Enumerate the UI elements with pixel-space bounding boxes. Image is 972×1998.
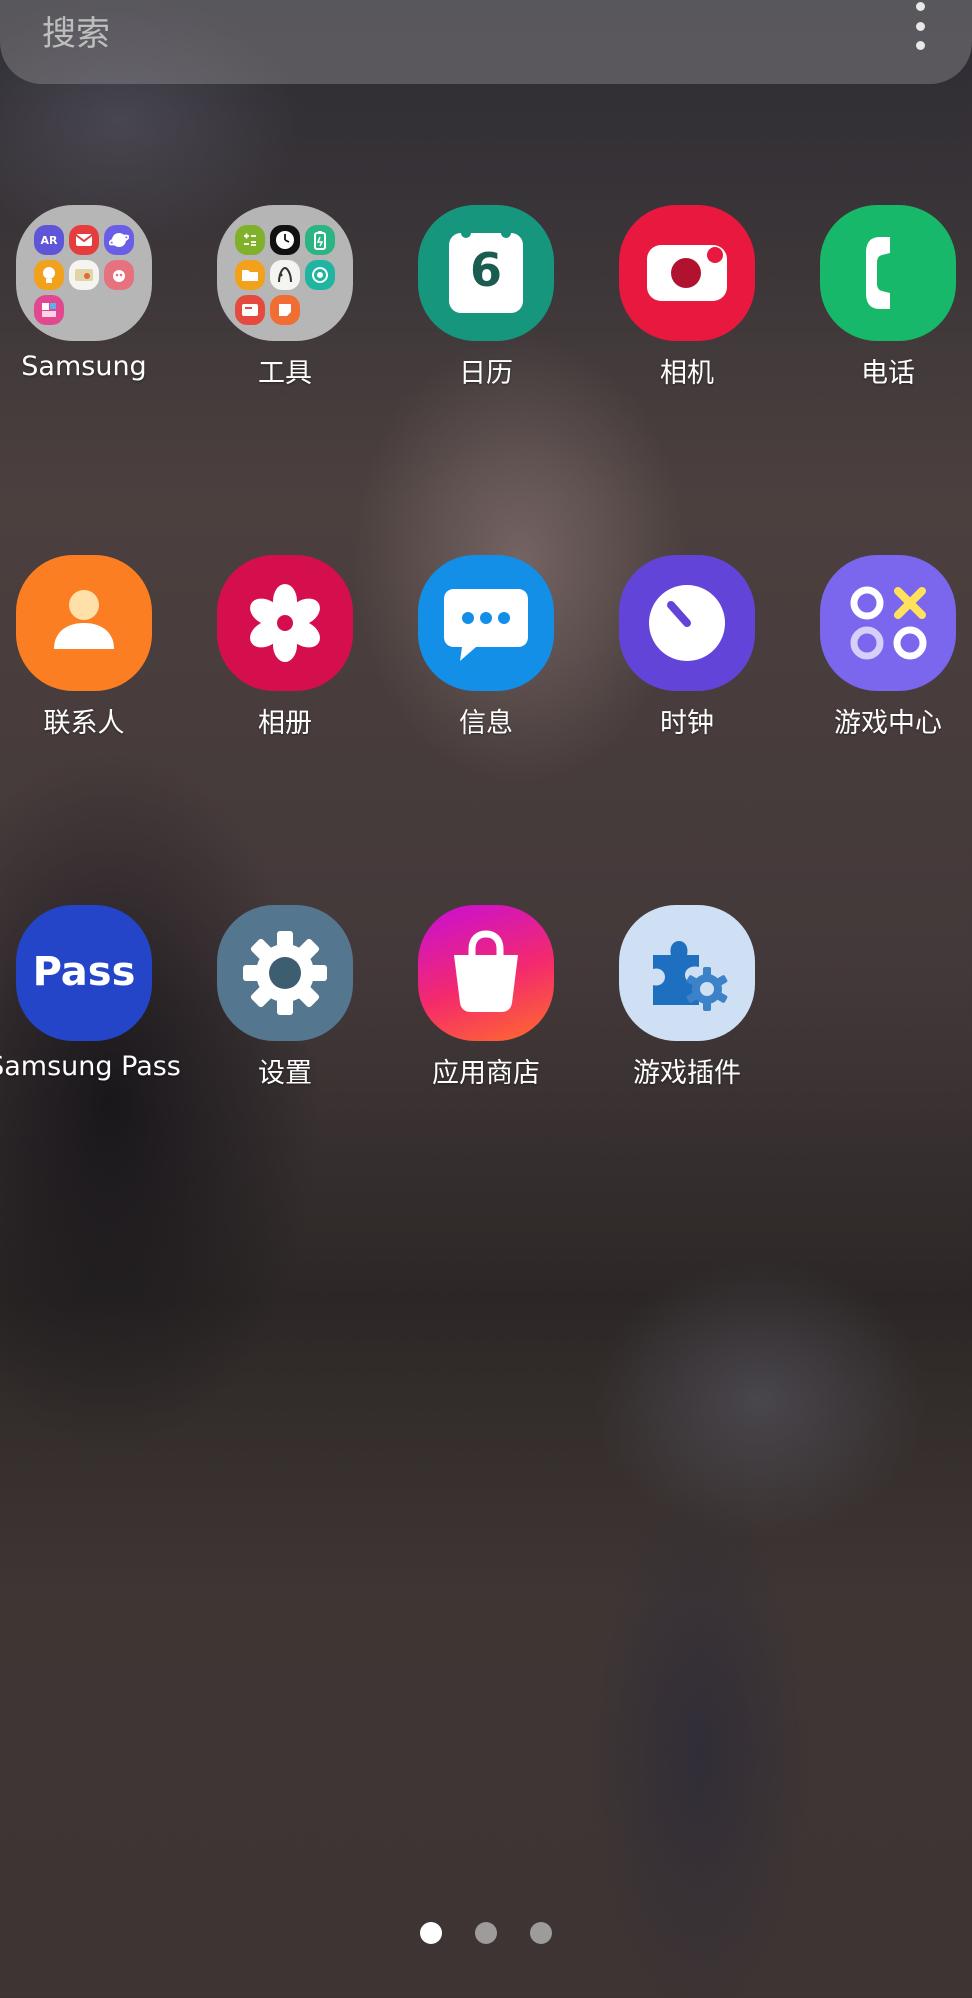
settings-icon xyxy=(217,905,353,1041)
calculator-icon xyxy=(235,225,265,255)
camera-icon xyxy=(619,205,755,341)
app-calendar[interactable]: 6 日历 xyxy=(386,205,586,405)
search-bar[interactable]: 搜索 xyxy=(0,0,972,84)
game-center-icon xyxy=(820,555,956,691)
app-phone[interactable]: 电话 xyxy=(788,205,972,405)
app-label: 游戏中心 xyxy=(834,708,942,739)
app-label: 游戏插件 xyxy=(633,1058,741,1089)
members-icon xyxy=(69,260,99,290)
page-indicator xyxy=(0,1922,972,1948)
device-care-icon xyxy=(305,260,335,290)
search-label[interactable]: 搜索 xyxy=(42,6,110,55)
app-label: Samsung xyxy=(21,351,147,382)
app-label: 时钟 xyxy=(660,708,714,739)
app-label: Samsung Pass xyxy=(0,1051,181,1082)
calendar-icon: 6 xyxy=(418,205,554,341)
phone-icon xyxy=(820,205,956,341)
app-messages[interactable]: 信息 xyxy=(386,555,586,755)
app-label: 电话 xyxy=(861,358,915,389)
clock-mini-icon xyxy=(270,225,300,255)
app-game-center[interactable]: 游戏中心 xyxy=(788,555,972,755)
app-game-plugins[interactable]: 游戏插件 xyxy=(587,905,787,1105)
files-icon xyxy=(235,260,265,290)
app-store[interactable]: 应用商店 xyxy=(386,905,586,1105)
game-plugins-icon xyxy=(619,905,755,1041)
contacts-icon xyxy=(16,555,152,691)
app-label: 日历 xyxy=(459,358,513,389)
samsung-notes-icon xyxy=(270,295,300,325)
notes-icon xyxy=(34,295,64,325)
page-dot-1[interactable] xyxy=(420,1922,442,1944)
ar-zone-icon: AR xyxy=(34,225,64,255)
tips-icon xyxy=(34,260,64,290)
ar-emoji-icon xyxy=(104,260,134,290)
samsung-folder-icon: AR xyxy=(16,205,152,341)
app-label: 信息 xyxy=(459,708,513,739)
tools-folder-icon xyxy=(217,205,353,341)
app-settings[interactable]: 设置 xyxy=(185,905,385,1105)
more-options-icon[interactable] xyxy=(908,2,932,50)
screen-recorder-icon xyxy=(235,295,265,325)
app-tools-folder[interactable]: 工具 xyxy=(185,205,385,405)
app-store-icon xyxy=(418,905,554,1041)
gallery-icon xyxy=(217,555,353,691)
messages-icon xyxy=(418,555,554,691)
page-dot-2[interactable] xyxy=(475,1922,497,1944)
calendar-date: 6 xyxy=(469,243,502,297)
clock-icon xyxy=(619,555,755,691)
app-label: 相册 xyxy=(258,708,312,739)
app-label: 应用商店 xyxy=(432,1058,540,1089)
app-contacts[interactable]: 联系人 xyxy=(0,555,184,755)
pass-icon-text: Pass xyxy=(32,949,136,995)
app-label: 联系人 xyxy=(43,708,125,739)
health-icon xyxy=(270,260,300,290)
samsung-pass-icon: Pass xyxy=(16,905,152,1041)
app-gallery[interactable]: 相册 xyxy=(185,555,385,755)
internet-icon xyxy=(104,225,134,255)
app-samsung-folder[interactable]: AR Samsung xyxy=(0,205,184,405)
email-icon xyxy=(69,225,99,255)
app-label: 相机 xyxy=(660,358,714,389)
app-label: 工具 xyxy=(258,358,312,389)
app-camera[interactable]: 相机 xyxy=(587,205,787,405)
battery-icon xyxy=(305,225,335,255)
app-clock[interactable]: 时钟 xyxy=(587,555,787,755)
app-samsung-pass[interactable]: Pass Samsung Pass xyxy=(0,905,184,1105)
app-label: 设置 xyxy=(258,1058,312,1089)
page-dot-3[interactable] xyxy=(530,1922,552,1944)
